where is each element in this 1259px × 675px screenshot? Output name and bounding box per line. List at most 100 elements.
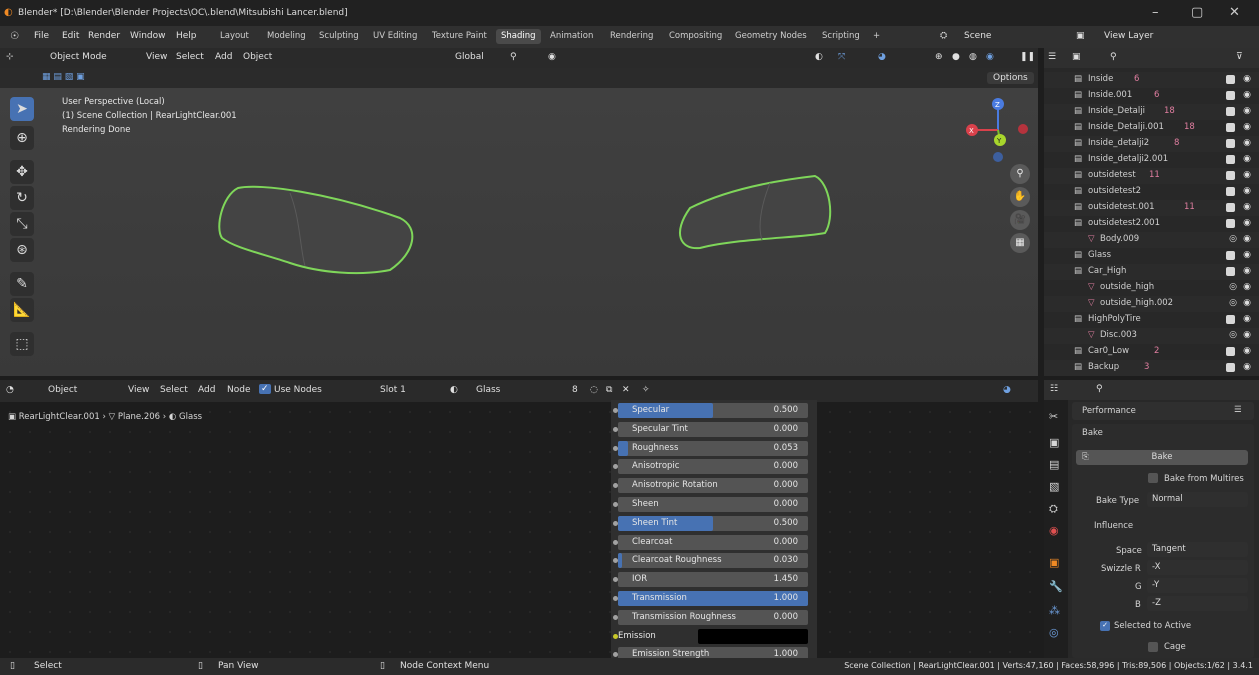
bake-button[interactable]: ⎘ Bake bbox=[1076, 450, 1248, 465]
3d-viewport[interactable]: User Perspective (Local) (1) Scene Colle… bbox=[0, 88, 1038, 376]
node-input-row[interactable]: IOR 1.450 bbox=[613, 572, 808, 588]
input-socket[interactable] bbox=[613, 464, 618, 470]
shader-type-selector[interactable]: Object bbox=[48, 385, 77, 395]
camera-icon[interactable]: ◉ bbox=[1243, 362, 1251, 372]
checkbox[interactable] bbox=[1226, 107, 1235, 116]
node-input-row[interactable]: Anisotropic Rotation 0.000 bbox=[613, 478, 808, 494]
pause-render-icon[interactable]: ❚❚ bbox=[1020, 52, 1035, 62]
camera-icon[interactable]: ◉ bbox=[1243, 250, 1251, 260]
input-socket[interactable] bbox=[613, 614, 618, 620]
bake-section-label[interactable]: Bake bbox=[1082, 428, 1103, 438]
node-input-row[interactable]: Clearcoat Roughness 0.030 bbox=[613, 553, 808, 569]
node-input-row[interactable]: Anisotropic 0.000 bbox=[613, 459, 808, 475]
swizzle-r-dropdown[interactable]: -X bbox=[1147, 560, 1248, 575]
checkbox[interactable] bbox=[1226, 251, 1235, 260]
checkbox[interactable] bbox=[1226, 139, 1235, 148]
node-input-row[interactable]: Sheen 0.000 bbox=[613, 497, 808, 512]
visibility-icon[interactable]: ◐ bbox=[815, 52, 823, 62]
node-input-row[interactable]: Clearcoat 0.000 bbox=[613, 534, 808, 550]
tab-texture-paint[interactable]: Texture Paint bbox=[427, 29, 492, 44]
overlay-toggle-icon[interactable]: ◕ bbox=[878, 52, 886, 62]
material-name-field[interactable]: Glass bbox=[476, 385, 500, 395]
outliner-row[interactable]: ▽ Body.009 ◎ ◉ bbox=[1044, 232, 1259, 248]
checkbox[interactable] bbox=[1226, 315, 1235, 324]
checkbox[interactable] bbox=[1226, 347, 1235, 356]
camera-icon[interactable]: ◉ bbox=[1243, 154, 1251, 164]
checkbox[interactable] bbox=[1226, 75, 1235, 84]
swizzle-g-dropdown[interactable]: -Y bbox=[1147, 578, 1248, 593]
outliner-row[interactable]: ▤ Inside_detalji2.001 ◉ bbox=[1044, 152, 1259, 168]
scene-tab-icon[interactable]: ⛭ bbox=[1049, 502, 1058, 516]
input-socket[interactable] bbox=[613, 652, 618, 658]
world-tab-icon[interactable]: ◉ bbox=[1049, 524, 1059, 537]
outliner-row[interactable]: ▤ Inside 6 ◉ bbox=[1044, 72, 1259, 88]
snap-icon[interactable]: ⚲ bbox=[510, 52, 517, 62]
scene-selector[interactable]: Scene bbox=[964, 31, 991, 41]
slot-selector[interactable]: Slot 1 bbox=[380, 385, 406, 395]
eye-icon[interactable]: ◎ bbox=[1229, 234, 1237, 244]
tab-layout[interactable]: Layout bbox=[215, 29, 254, 44]
shading-wire-icon[interactable]: ⊕ bbox=[935, 52, 943, 62]
outliner-row[interactable]: ▤ Inside_Detalji 18 ◉ bbox=[1044, 104, 1259, 120]
eye-icon[interactable]: ◎ bbox=[1229, 298, 1237, 308]
unlink-material-icon[interactable]: ✕ bbox=[622, 385, 630, 395]
outliner-row[interactable]: ▤ outsidetest 11 ◉ bbox=[1044, 168, 1259, 184]
menu-node[interactable]: Node bbox=[227, 385, 251, 395]
use-nodes-checkbox-icon[interactable]: ✓ bbox=[259, 384, 271, 394]
tab-modeling[interactable]: Modeling bbox=[262, 29, 311, 44]
physics-tab-icon[interactable]: ◎ bbox=[1049, 626, 1059, 639]
outliner-row[interactable]: ▤ outsidetest.001 11 ◉ bbox=[1044, 200, 1259, 216]
performance-panel-header[interactable]: Performance ☰ bbox=[1072, 402, 1254, 420]
camera-icon[interactable]: ◉ bbox=[1243, 74, 1251, 84]
camera-icon[interactable]: ◉ bbox=[1243, 298, 1251, 308]
node-input-row[interactable]: Transmission Roughness 0.000 bbox=[613, 609, 808, 625]
tab-compositing[interactable]: Compositing bbox=[664, 29, 727, 44]
node-editor-canvas[interactable]: ▣ RearLightClear.001 › ▽ Plane.206 › ◐ G… bbox=[0, 402, 1038, 658]
node-input-row[interactable]: Emission bbox=[613, 628, 808, 644]
checkbox[interactable] bbox=[1226, 219, 1235, 228]
outliner-row[interactable]: ▤ Car0_Low 2 ◉ bbox=[1044, 344, 1259, 360]
outliner-row[interactable]: ▽ outside_high ◎ ◉ bbox=[1044, 280, 1259, 296]
blender-menu-icon[interactable]: ☉ bbox=[10, 31, 19, 42]
outliner-panel[interactable]: ☰ ▣ ⚲ ⊽ ▤ Inside 6 ◉ ▤ Inside.001 6 ◉ ▤ Inside_… bbox=[1044, 48, 1259, 376]
outliner-row[interactable]: ▤ Backup 3 ◉ bbox=[1044, 360, 1259, 376]
node-editor-type-icon[interactable]: ◔ bbox=[6, 385, 14, 395]
object-tab-icon[interactable]: ▣ bbox=[1049, 556, 1059, 569]
eye-icon[interactable]: ◎ bbox=[1229, 330, 1237, 340]
input-socket[interactable] bbox=[613, 483, 618, 489]
outliner-row[interactable]: ▤ Car_High ◉ bbox=[1044, 264, 1259, 280]
checkbox[interactable] bbox=[1226, 155, 1235, 164]
checkbox[interactable] bbox=[1226, 91, 1235, 100]
menu-help[interactable]: Help bbox=[176, 31, 197, 41]
menu-render[interactable]: Render bbox=[88, 31, 120, 41]
input-socket[interactable] bbox=[613, 502, 618, 507]
display-mode-icon[interactable]: ☰ bbox=[1048, 52, 1056, 62]
close-button[interactable]: ✕ bbox=[1229, 5, 1240, 20]
node-input-row[interactable]: Transmission 1.000 bbox=[613, 591, 808, 606]
swizzle-b-dropdown[interactable]: -Z bbox=[1147, 596, 1248, 611]
influence-section-label[interactable]: Influence bbox=[1094, 521, 1133, 531]
node-input-row[interactable]: Specular 0.500 bbox=[613, 403, 808, 418]
outliner-row[interactable]: ▽ Disc.003 ◎ ◉ bbox=[1044, 328, 1259, 344]
camera-icon[interactable]: ◉ bbox=[1243, 170, 1251, 180]
camera-icon[interactable]: ◉ bbox=[1243, 186, 1251, 196]
properties-search-icon[interactable]: ⚲ bbox=[1096, 384, 1103, 394]
tab-animation[interactable]: Animation bbox=[545, 29, 598, 44]
camera-icon[interactable]: ◉ bbox=[1243, 234, 1251, 244]
menu-select[interactable]: Select bbox=[176, 52, 204, 62]
tab-geometry-nodes[interactable]: Geometry Nodes bbox=[730, 29, 812, 44]
menu-select[interactable]: Select bbox=[160, 385, 188, 395]
camera-icon[interactable]: ◉ bbox=[1243, 202, 1251, 212]
checkbox[interactable] bbox=[1226, 267, 1235, 276]
tool-tab-icon[interactable]: ✂ bbox=[1049, 410, 1058, 423]
camera-icon[interactable]: ◉ bbox=[1243, 122, 1251, 132]
selected-to-active-checkbox[interactable]: ✓ bbox=[1100, 621, 1110, 631]
space-dropdown[interactable]: Tangent bbox=[1147, 542, 1248, 557]
proportional-icon[interactable]: ◉ bbox=[548, 52, 556, 62]
menu-window[interactable]: Window bbox=[130, 31, 166, 41]
input-socket[interactable] bbox=[613, 577, 618, 583]
menu-file[interactable]: File bbox=[34, 31, 49, 41]
outliner-row[interactable]: ▤ Inside_detalji2 8 ◉ bbox=[1044, 136, 1259, 152]
input-socket[interactable] bbox=[613, 426, 618, 432]
modifier-tab-icon[interactable]: 🔧 bbox=[1049, 580, 1063, 593]
